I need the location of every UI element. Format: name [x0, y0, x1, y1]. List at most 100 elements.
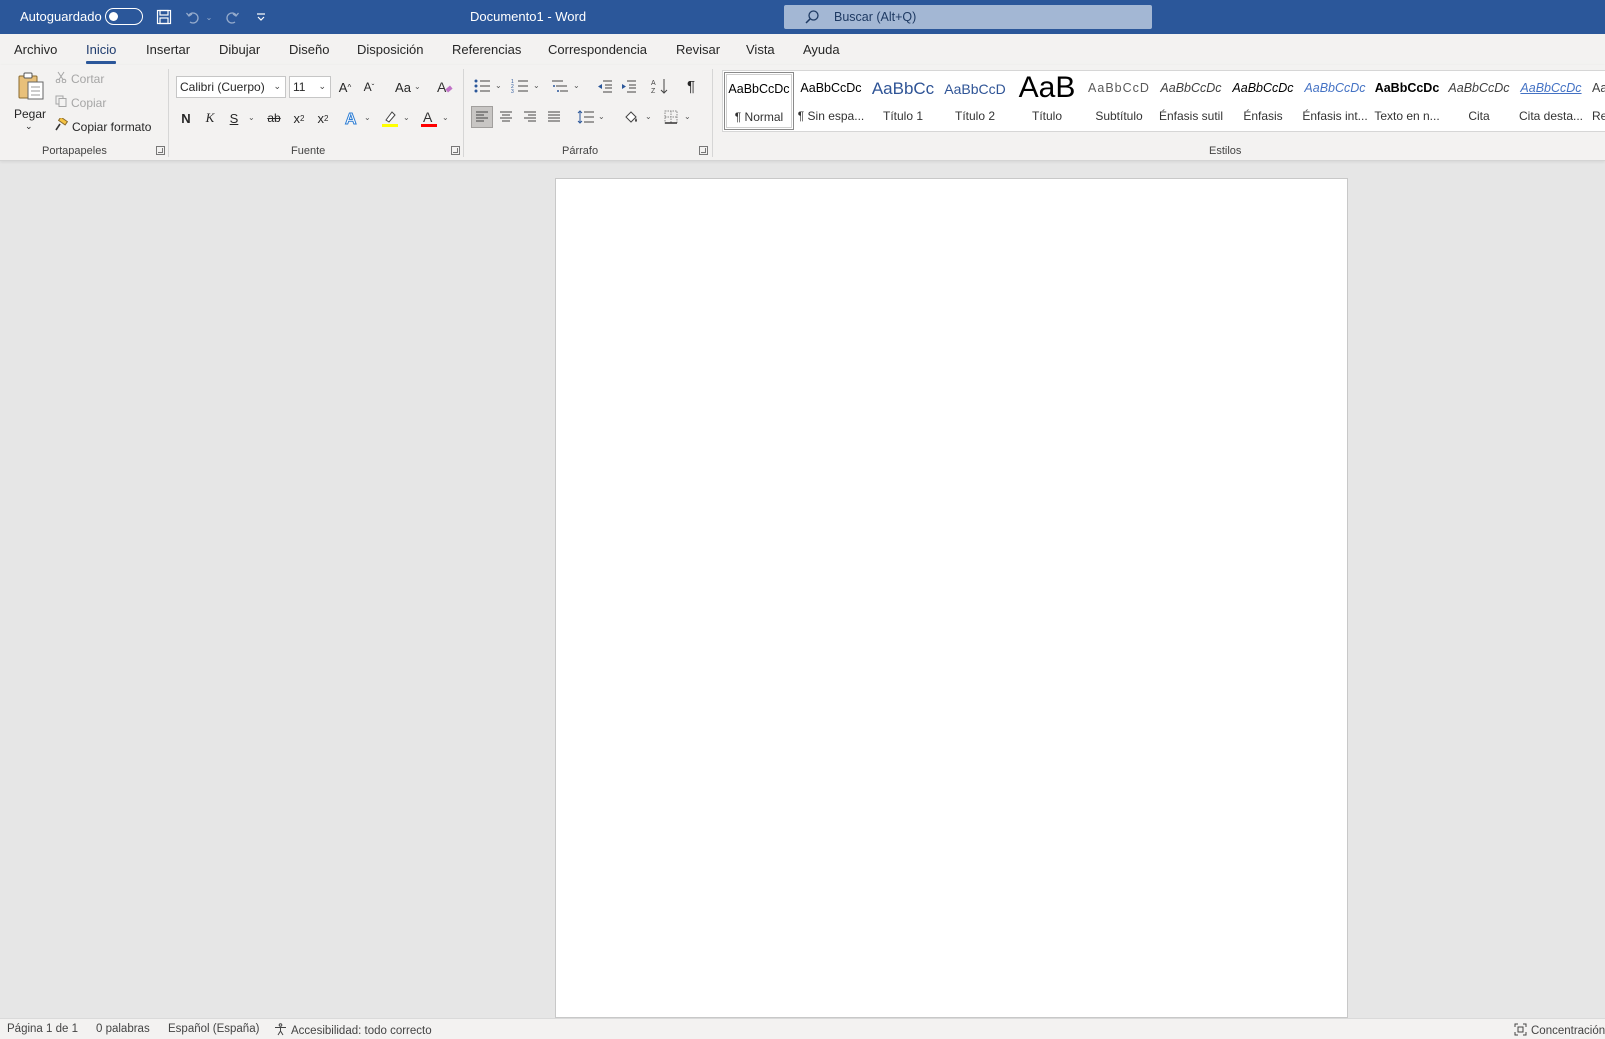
- style-title[interactable]: AaB Título: [1012, 71, 1082, 130]
- style-heading-2[interactable]: AaBbCcD Título 2: [940, 72, 1010, 130]
- font-name-combo[interactable]: Calibri (Cuerpo) ⌄: [176, 76, 286, 98]
- superscript-icon[interactable]: x2: [313, 108, 333, 128]
- chevron-down-icon[interactable]: ⌄: [495, 81, 502, 90]
- chevron-down-icon[interactable]: ⌄: [364, 113, 371, 122]
- justify-icon[interactable]: [543, 106, 565, 128]
- undo-dropdown-icon[interactable]: ⌄: [199, 7, 219, 27]
- italic-button[interactable]: K: [200, 108, 220, 128]
- font-name-value: Calibri (Cuerpo): [180, 80, 265, 94]
- accessibility-status[interactable]: Accesibilidad: todo correcto: [274, 1023, 432, 1039]
- style-name: Énfasis: [1243, 109, 1283, 123]
- tab-correspondencia[interactable]: Correspondencia: [548, 42, 647, 57]
- style-normal[interactable]: AaBbCcDc ¶ Normal: [724, 72, 794, 130]
- chevron-down-icon[interactable]: ⌄: [598, 112, 605, 121]
- clipboard-group-label: Portapapeles: [42, 145, 107, 157]
- tab-dibujar[interactable]: Dibujar: [219, 42, 260, 57]
- word-count[interactable]: 0 palabras: [96, 1023, 150, 1035]
- focus-mode-button[interactable]: Concentración: [1514, 1023, 1605, 1039]
- tab-revisar[interactable]: Revisar: [676, 42, 720, 57]
- increase-indent-icon[interactable]: [618, 75, 640, 97]
- style-name: Cita desta...: [1518, 109, 1584, 123]
- style-sample: AaBbCcDc: [1374, 81, 1440, 95]
- style-emphasis[interactable]: AaBbCcDc Énfasis: [1228, 72, 1298, 130]
- paintbrush-icon: [54, 116, 69, 135]
- ribbon-tabs: Archivo Inicio Insertar Dibujar Diseño D…: [0, 34, 1605, 65]
- autosave-label: Autoguardado: [20, 9, 102, 24]
- tab-diseno[interactable]: Diseño: [289, 42, 329, 57]
- paste-button[interactable]: Pegar ⌄: [12, 69, 46, 135]
- style-sample: AaBbCcDc: [1592, 81, 1605, 95]
- save-icon[interactable]: [154, 7, 174, 27]
- style-intense-emphasis[interactable]: AaBbCcDc Énfasis int...: [1300, 72, 1370, 130]
- style-subtitle[interactable]: AaBbCcD Subtítulo: [1084, 72, 1154, 130]
- borders-icon[interactable]: [660, 106, 682, 128]
- change-case-button[interactable]: Aa: [392, 77, 414, 97]
- style-sample: AaBbCcDc: [1232, 81, 1294, 95]
- tab-insertar[interactable]: Insertar: [146, 42, 190, 57]
- style-sample: AaBbCcDc: [728, 82, 790, 96]
- font-size-combo[interactable]: 11 ⌄: [289, 76, 331, 98]
- font-launcher-icon[interactable]: [451, 146, 460, 155]
- format-painter-button[interactable]: Copiar formato: [54, 116, 151, 135]
- autosave-toggle[interactable]: [105, 8, 143, 25]
- chevron-down-icon[interactable]: ⌄: [645, 112, 652, 121]
- highlight-color-icon[interactable]: [380, 108, 400, 128]
- customize-qat-icon[interactable]: [251, 7, 271, 27]
- tab-inicio[interactable]: Inicio: [86, 42, 117, 64]
- chevron-down-icon[interactable]: ⌄: [573, 81, 580, 90]
- clipboard-launcher-icon[interactable]: [156, 146, 165, 155]
- grow-font-icon[interactable]: A ^: [335, 77, 355, 97]
- search-box[interactable]: Buscar (Alt+Q): [784, 5, 1152, 29]
- style-intense-quote[interactable]: AaBbCcDc Cita desta...: [1516, 72, 1586, 130]
- clear-formatting-icon[interactable]: A: [435, 77, 455, 97]
- paragraph-group-label: Párrafo: [562, 145, 599, 157]
- text-effects-icon[interactable]: A: [342, 108, 362, 128]
- redo-icon[interactable]: [222, 7, 242, 27]
- chevron-down-icon[interactable]: ⌄: [248, 113, 255, 122]
- multilevel-list-icon[interactable]: [549, 75, 571, 97]
- cut-button[interactable]: Cortar: [55, 71, 104, 86]
- tab-archivo[interactable]: Archivo: [14, 42, 57, 57]
- paragraph-launcher-icon[interactable]: [699, 146, 708, 155]
- bullets-icon[interactable]: [471, 75, 493, 97]
- show-formatting-marks-icon[interactable]: ¶: [680, 75, 702, 97]
- chevron-down-icon[interactable]: ⌄: [414, 82, 421, 91]
- sort-icon[interactable]: AZ: [649, 75, 671, 97]
- document-page[interactable]: [555, 178, 1348, 1018]
- style-quote[interactable]: AaBbCcDc Cita: [1444, 72, 1514, 130]
- chevron-down-icon[interactable]: ⌄: [442, 113, 449, 122]
- page-count[interactable]: Página 1 de 1: [7, 1023, 78, 1035]
- strikethrough-button[interactable]: ab: [264, 108, 284, 128]
- style-heading-1[interactable]: AaBbCc Título 1: [868, 72, 938, 130]
- style-no-spacing[interactable]: AaBbCcDc ¶ Sin espa...: [796, 72, 866, 130]
- subscript-icon[interactable]: x2: [289, 108, 309, 128]
- font-color-icon[interactable]: A: [419, 108, 439, 128]
- tab-ayuda[interactable]: Ayuda: [803, 42, 840, 57]
- chevron-down-icon[interactable]: ⌄: [403, 113, 410, 122]
- tab-disposicion[interactable]: Disposición: [357, 42, 423, 57]
- line-spacing-icon[interactable]: [575, 106, 597, 128]
- align-left-icon[interactable]: [471, 106, 493, 128]
- shading-icon[interactable]: [620, 106, 642, 128]
- chevron-down-icon[interactable]: ⌄: [533, 81, 540, 90]
- title-bar: Autoguardado ⌄ Documento1 - Word Buscar …: [0, 0, 1605, 34]
- style-name: Ref: [1592, 109, 1605, 123]
- copy-button[interactable]: Copiar: [55, 95, 106, 110]
- underline-button[interactable]: S: [224, 108, 244, 128]
- style-name: Título 1: [882, 109, 924, 123]
- style-subtle-emphasis[interactable]: AaBbCcDc Énfasis sutil: [1156, 72, 1226, 130]
- style-reference[interactable]: AaBbCcDc Ref: [1588, 72, 1605, 130]
- shrink-font-icon[interactable]: Aˇ: [359, 77, 379, 97]
- chevron-down-icon[interactable]: ⌄: [684, 112, 691, 121]
- tab-referencias[interactable]: Referencias: [452, 42, 521, 57]
- language-status[interactable]: Español (España): [168, 1023, 259, 1035]
- tab-vista[interactable]: Vista: [746, 42, 775, 57]
- bold-button[interactable]: N: [176, 108, 196, 128]
- decrease-indent-icon[interactable]: [594, 75, 616, 97]
- svg-text:A: A: [345, 111, 357, 127]
- style-sample: AaB: [1018, 71, 1076, 104]
- numbering-icon[interactable]: 123: [509, 75, 531, 97]
- align-right-icon[interactable]: [519, 106, 541, 128]
- style-strong[interactable]: AaBbCcDc Texto en n...: [1372, 72, 1442, 130]
- align-center-icon[interactable]: [495, 106, 517, 128]
